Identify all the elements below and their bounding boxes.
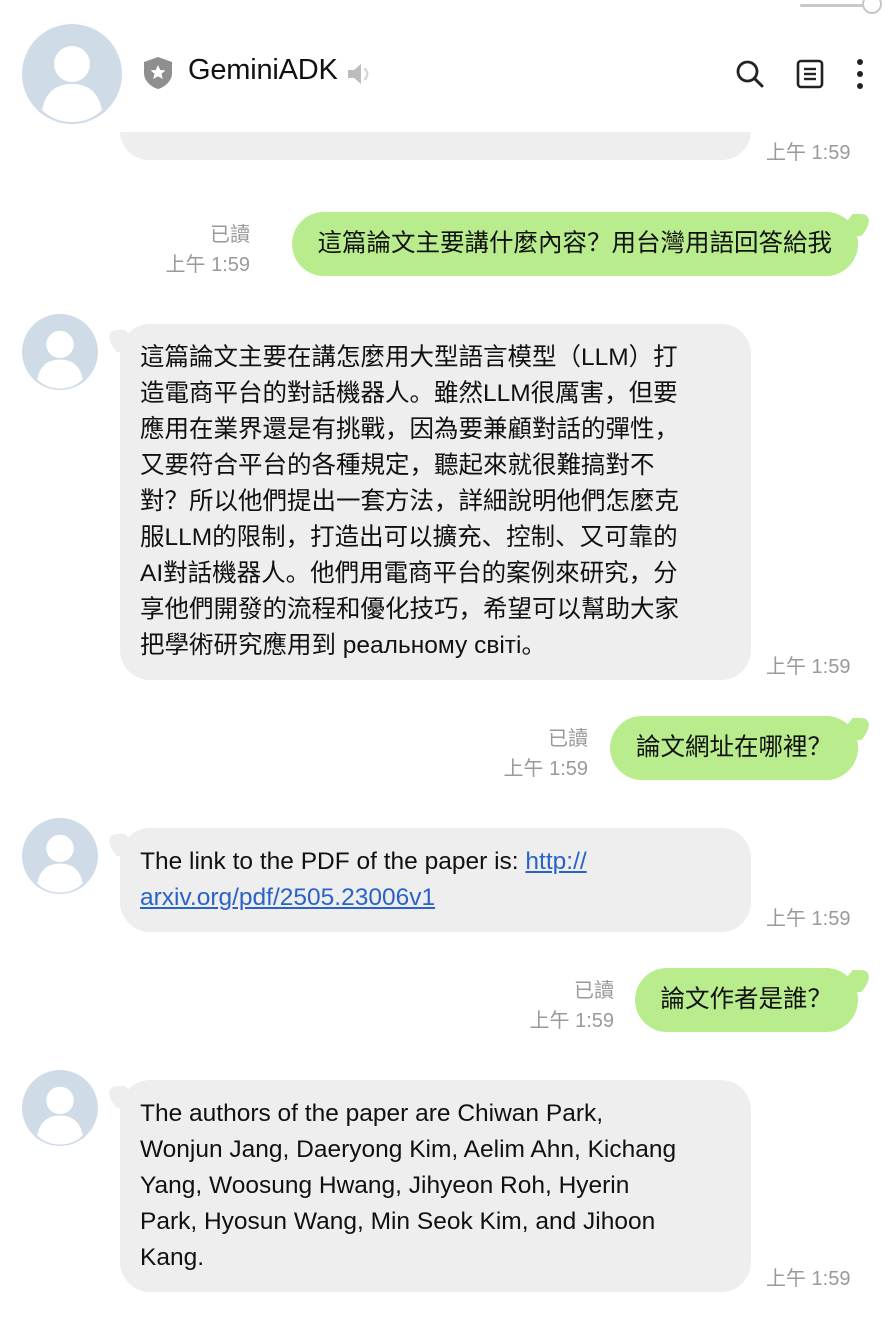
message-line: 這篇論文主要在講怎麼用大型語言模型（LLM）打: [140, 344, 678, 371]
message-line: AI對話機器人。他們用電商平台的案例來研究，分: [140, 560, 678, 587]
message-line: 應用在業界還是有挑戰，因為要兼顧對話的彈性，: [140, 416, 679, 443]
message-time: 上午 1:59: [503, 758, 588, 780]
message-line: 服LLM的限制，打造出可以擴充、控制、又可靠的: [140, 524, 678, 551]
message-line: The authors of the paper are Chiwan Park…: [140, 1100, 604, 1127]
message-line: Kang.: [140, 1244, 205, 1271]
search-icon: [736, 60, 764, 88]
message-time: 上午 1:59: [766, 142, 851, 164]
chat-title: GeminiADK: [188, 54, 338, 86]
chat-header: GeminiADK: [0, 14, 884, 132]
slider-track: [800, 4, 870, 7]
outgoing-message-bubble[interactable]: 論文作者是誰？: [634, 968, 858, 1032]
message-line: Yang, Woosung Hwang, Jihyeon Roh, Hyerin: [140, 1172, 630, 1199]
message-text: 論文網址在哪裡？: [636, 734, 832, 761]
slider-knob[interactable]: [862, 0, 882, 14]
speaker-icon: [348, 64, 369, 84]
incoming-message-bubble[interactable]: The link to the PDF of the paper is: htt…: [120, 828, 751, 932]
read-receipt: 已讀: [210, 224, 250, 246]
outgoing-message-bubble[interactable]: 這篇論文主要講什麼內容？用台灣用語回答給我: [291, 212, 858, 276]
message-line: 又要符合平台的各種規定，聽起來就很難搞對不: [140, 452, 655, 479]
shield-icon: [144, 57, 172, 89]
message-time: 上午 1:59: [766, 656, 851, 678]
message-time: 上午 1:59: [766, 1268, 851, 1290]
chat-area[interactable]: 上午 1:59 已讀 上午 1:59 這篇論文主要講什麼內容？用台灣用語回答給我…: [0, 132, 884, 1322]
message-text: The link to the PDF of the paper is:: [140, 848, 526, 875]
message-time: 上午 1:59: [165, 254, 250, 276]
read-receipt: 已讀: [574, 980, 614, 1002]
search-button[interactable]: [730, 54, 770, 94]
notes-button[interactable]: [790, 54, 830, 94]
message-time: 上午 1:59: [529, 1010, 614, 1032]
more-vertical-icon: [857, 59, 863, 89]
message-line: 享他們開發的流程和優化技巧，希望可以幫助大家: [140, 596, 679, 623]
message-text: 這篇論文主要講什麼內容？用台灣用語回答給我: [317, 230, 833, 257]
more-options-button[interactable]: [840, 54, 880, 94]
message-time: 上午 1:59: [766, 908, 851, 930]
message-line: 對？所以他們提出一套方法，詳細說明他們怎麼克: [140, 488, 679, 515]
avatar-icon[interactable]: [22, 314, 98, 390]
message-line: Park, Hyosun Wang, Min Seok Kim, and Jih…: [140, 1208, 656, 1235]
message-line: arxiv.org/pdf/2505.23006v1: [140, 880, 729, 916]
message-text: 論文作者是誰？: [660, 986, 833, 1013]
avatar-icon[interactable]: [22, 818, 98, 894]
message-line: 把學術研究應用到 реальному світі。: [140, 632, 546, 659]
incoming-message-bubble[interactable]: The authors of the paper are Chiwan Park…: [120, 1080, 751, 1292]
incoming-message-bubble[interactable]: [120, 132, 751, 160]
incoming-message-bubble[interactable]: 這篇論文主要在講怎麼用大型語言模型（LLM）打 造電商平台的對話機器人。雖然LL…: [120, 324, 751, 680]
notes-icon: [796, 59, 824, 89]
top-slider[interactable]: [800, 0, 884, 14]
avatar-icon[interactable]: [22, 1070, 98, 1146]
paper-link[interactable]: http://: [525, 848, 586, 875]
avatar-icon[interactable]: [22, 24, 122, 124]
outgoing-message-bubble[interactable]: 論文網址在哪裡？: [610, 716, 858, 780]
read-receipt: 已讀: [548, 728, 588, 750]
message-line: Wonjun Jang, Daeryong Kim, Aelim Ahn, Ki…: [140, 1136, 677, 1163]
message-line: 造電商平台的對話機器人。雖然LLM很厲害，但要: [140, 380, 678, 407]
message-line: The link to the PDF of the paper is: htt…: [140, 844, 729, 880]
paper-link[interactable]: arxiv.org/pdf/2505.23006v1: [140, 884, 435, 911]
